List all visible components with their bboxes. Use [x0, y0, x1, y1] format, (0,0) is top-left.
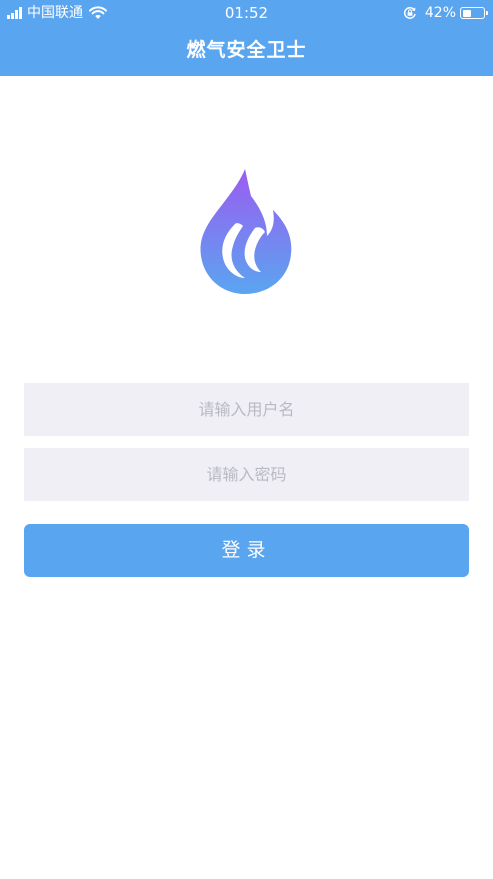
battery-percent: 42%	[424, 5, 456, 21]
battery-icon	[460, 7, 488, 19]
password-input[interactable]	[24, 448, 469, 501]
app-header: 中国联通 01:52 42% 燃气安全卫士	[0, 0, 493, 76]
status-right: 42%	[403, 4, 488, 22]
page-title: 燃气安全卫士	[186, 39, 307, 61]
flame-drop-logo-icon	[200, 169, 292, 294]
status-bar: 中国联通 01:52 42%	[0, 0, 493, 26]
login-screen: 中国联通 01:52 42% 燃气安全卫士 请输入用户名 登录	[0, 0, 493, 879]
login-button[interactable]: 登录	[24, 524, 469, 577]
battery-tip	[486, 11, 488, 15]
battery-fill	[462, 9, 471, 17]
username-input[interactable]	[24, 383, 469, 436]
rotation-lock-icon	[403, 7, 416, 19]
